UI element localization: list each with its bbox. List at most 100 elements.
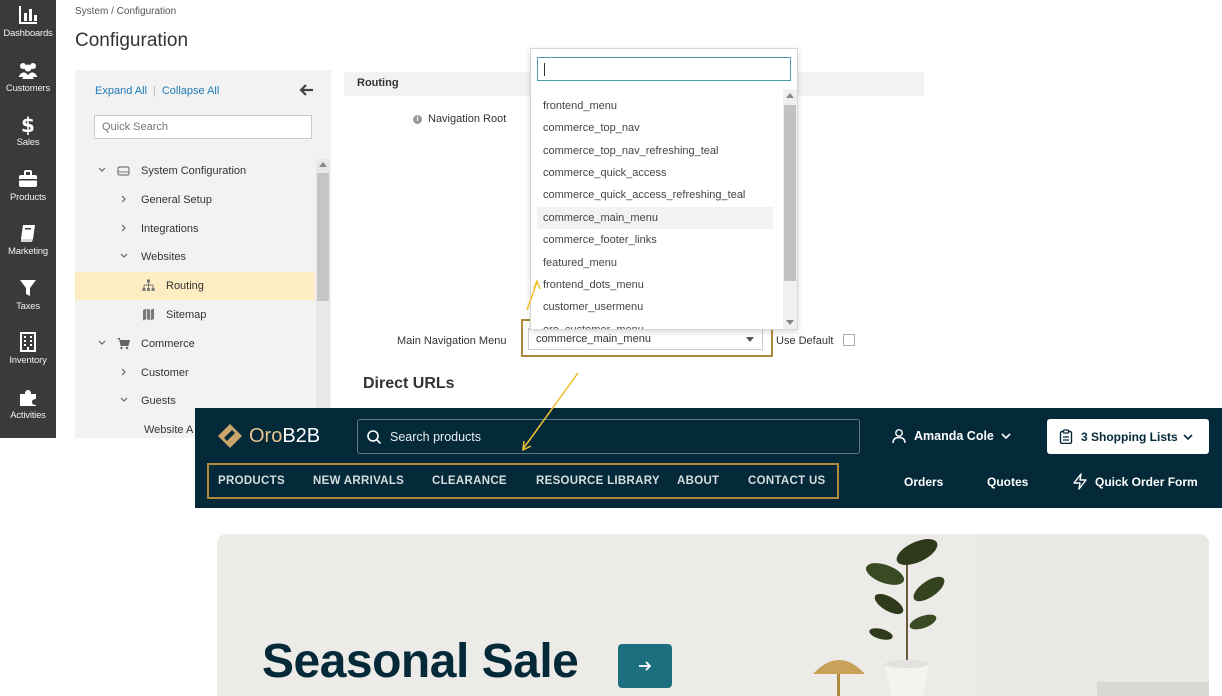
sidebar-item-inventory[interactable]: Inventory <box>0 327 56 381</box>
dropdown-option[interactable]: commerce_top_nav <box>537 117 773 139</box>
sidebar-item-label: Sales <box>16 137 40 148</box>
dropdown-option[interactable]: commerce_quick_access_refreshing_teal <box>537 184 773 206</box>
caret-down-icon <box>746 337 754 342</box>
sidebar-item-label: Marketing <box>8 246 48 257</box>
scroll-down-icon[interactable] <box>786 320 794 325</box>
sidebar-item-label: Inventory <box>9 355 47 366</box>
lightning-icon <box>1073 473 1087 490</box>
use-default-checkbox[interactable] <box>843 334 856 346</box>
hero-arrow-button[interactable] <box>618 644 672 688</box>
page-title: Configuration <box>75 30 189 51</box>
dropdown-option[interactable]: oro_customer_menu <box>537 319 773 329</box>
select-value: commerce_main_menu <box>536 333 651 345</box>
tree-item-system-configuration[interactable]: System Configuration <box>75 157 315 185</box>
sitemap-icon <box>142 279 155 291</box>
drive-icon <box>117 166 130 176</box>
sidebar-item-label: Taxes <box>16 301 40 312</box>
orob2b-logo[interactable]: OroB2B <box>217 423 337 449</box>
menu-item-resource-library[interactable]: RESOURCE LIBRARY <box>536 475 660 487</box>
arrow-left-icon[interactable] <box>299 82 315 98</box>
breadcrumb[interactable]: System / Configuration <box>75 6 176 17</box>
cart-icon <box>117 338 130 350</box>
chevron-right-icon[interactable] <box>119 194 129 204</box>
dropdown-option[interactable]: frontend_menu <box>537 95 773 117</box>
tree-item-label: Website A <box>144 424 194 436</box>
map-icon <box>143 308 154 321</box>
chevron-down-icon[interactable] <box>119 395 129 405</box>
quick-search-input[interactable] <box>94 115 312 139</box>
user-name: Amanda Cole <box>914 429 994 443</box>
tree-item-label: Guests <box>141 395 176 407</box>
info-icon[interactable]: i <box>413 115 422 124</box>
dropdown-option[interactable]: commerce_footer_links <box>537 229 773 251</box>
expand-all-link[interactable]: Expand All <box>95 85 147 97</box>
collapse-all-link[interactable]: Collapse All <box>162 85 219 97</box>
dropdown-option[interactable]: commerce_quick_access <box>537 162 773 184</box>
hero-banner: Seasonal Sale <box>217 534 1209 696</box>
orob2b-logo-mark-icon <box>218 424 242 448</box>
chevron-down-icon[interactable] <box>119 251 129 261</box>
menu-item-clearance[interactable]: CLEARANCE <box>432 475 507 487</box>
sidebar-item-customers[interactable]: Customers <box>0 55 56 109</box>
orders-link[interactable]: Orders <box>904 475 943 489</box>
sidebar-item-label: Dashboards <box>3 28 53 39</box>
menu-item-new-arrivals[interactable]: NEW ARRIVALS <box>313 475 404 487</box>
tree-item-integrations[interactable]: Integrations <box>75 215 315 243</box>
filter-icon <box>20 280 36 296</box>
shopping-lists-button[interactable]: 3 Shopping Lists <box>1047 419 1209 454</box>
bar-chart-icon <box>19 6 37 24</box>
scroll-up-icon[interactable] <box>319 162 327 167</box>
dropdown-option[interactable]: customer_usermenu <box>537 296 773 318</box>
use-default-option: Use Default <box>776 334 856 347</box>
scroll-up-icon[interactable] <box>786 93 794 98</box>
tree-item-routing[interactable]: Routing <box>75 272 315 300</box>
chevron-down-icon[interactable] <box>97 338 107 348</box>
menu-item-about[interactable]: ABOUT <box>677 475 719 487</box>
chevron-down-icon[interactable] <box>97 165 107 175</box>
sidebar-item-dashboards[interactable]: Dashboards <box>0 0 56 54</box>
scrollbar-thumb[interactable] <box>317 173 329 301</box>
chevron-right-icon[interactable] <box>119 367 129 377</box>
menu-dropdown-popup: frontend_menu commerce_top_nav commerce_… <box>530 48 798 330</box>
chevron-down-icon <box>1183 434 1193 441</box>
scrollbar-thumb[interactable] <box>784 105 796 281</box>
sidebar-item-activities[interactable]: Activities <box>0 382 56 436</box>
arrow-right-icon <box>639 661 652 671</box>
user-icon <box>892 429 906 444</box>
dropdown-search-input[interactable] <box>537 57 791 81</box>
sidebar-item-sales[interactable]: $ Sales <box>0 109 56 163</box>
product-search-input[interactable]: Search products <box>357 419 860 454</box>
tree-item-websites[interactable]: Websites <box>75 243 315 271</box>
quick-order-form-link[interactable]: Quick Order Form <box>1095 475 1198 489</box>
tree-item-commerce[interactable]: Commerce <box>75 330 315 358</box>
tree-item-sitemap[interactable]: Sitemap <box>75 301 315 329</box>
sidebar-item-products[interactable]: Products <box>0 164 56 218</box>
chevron-right-icon[interactable] <box>119 223 129 233</box>
sidebar-item-marketing[interactable]: Marketing <box>0 218 56 272</box>
dollar-icon: $ <box>21 113 35 135</box>
menu-item-products[interactable]: PRODUCTS <box>218 475 285 487</box>
dropdown-scrollbar[interactable] <box>783 89 797 329</box>
dropdown-option[interactable]: featured_menu <box>537 252 773 274</box>
tree-item-customer[interactable]: Customer <box>75 359 315 387</box>
tree-item-label: Customer <box>141 367 189 379</box>
tree-item-label: Commerce <box>141 338 195 350</box>
sidebar-item-label: Customers <box>5 83 51 94</box>
users-icon <box>19 63 37 79</box>
building-icon <box>20 332 36 352</box>
tree-scrollbar[interactable] <box>316 159 330 438</box>
main-navigation-menu-select[interactable]: commerce_main_menu <box>528 328 763 350</box>
navigation-root-text: Navigation Root <box>428 113 507 125</box>
tree-item-general-setup[interactable]: General Setup <box>75 186 315 214</box>
search-placeholder: Search products <box>390 430 482 444</box>
dropdown-option[interactable]: commerce_top_nav_refreshing_teal <box>537 140 773 162</box>
menu-item-contact-us[interactable]: CONTACT US <box>748 475 826 487</box>
quotes-link[interactable]: Quotes <box>987 475 1028 489</box>
hero-title: Seasonal Sale <box>262 635 579 688</box>
svg-text:$: $ <box>21 113 35 135</box>
dropdown-option-highlighted[interactable]: commerce_main_menu <box>537 207 773 229</box>
config-tree-panel: Expand All|Collapse All System Configura… <box>75 70 331 438</box>
sidebar-item-taxes[interactable]: Taxes <box>0 273 56 327</box>
dropdown-option[interactable]: frontend_dots_menu <box>537 274 773 296</box>
tree-item-label: Routing <box>166 280 204 292</box>
